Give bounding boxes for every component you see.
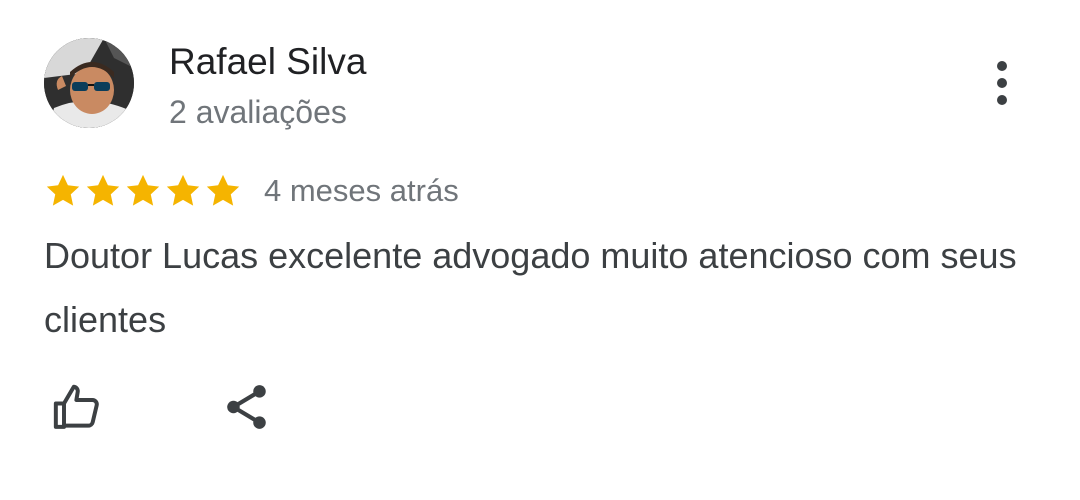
- rating-row: 4 meses atrás: [44, 168, 459, 214]
- star-icon: [206, 174, 240, 206]
- thumb-up-icon: [53, 384, 99, 429]
- avatar-image: [44, 38, 134, 128]
- more-options-button[interactable]: [980, 58, 1024, 110]
- star-icon: [126, 174, 160, 206]
- author-review-count[interactable]: 2 avaliações: [169, 90, 347, 134]
- avatar[interactable]: [44, 38, 134, 128]
- star-icon: [46, 174, 80, 206]
- author-name[interactable]: Rafael Silva: [169, 38, 366, 86]
- star-icon: [86, 174, 120, 206]
- more-vert-icon: [997, 61, 1007, 105]
- review-card: Rafael Silva 2 avaliações 4 meses atrás …: [0, 0, 1080, 500]
- like-button[interactable]: [46, 375, 110, 439]
- star-rating: [44, 172, 242, 210]
- review-text: Doutor Lucas excelente advogado muito at…: [44, 235, 1017, 340]
- share-icon: [227, 385, 266, 429]
- share-button[interactable]: [215, 375, 279, 439]
- star-icon: [166, 174, 200, 206]
- review-timestamp: 4 meses atrás: [264, 173, 459, 208]
